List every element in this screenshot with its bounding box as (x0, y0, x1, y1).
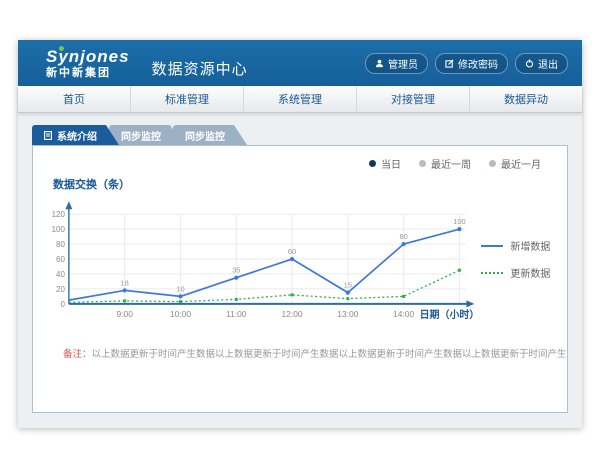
svg-text:13:00: 13:00 (337, 309, 358, 319)
edit-icon (445, 59, 454, 68)
change-password-label: 修改密码 (458, 56, 498, 71)
line-chart: 0 20 40 60 80 100 120 9:00 10:00 11:00 12:00 13:00 1… (37, 194, 481, 340)
nav-item-home[interactable]: 首页 (18, 86, 130, 112)
svg-text:11:00: 11:00 (226, 309, 247, 319)
filter-last-week[interactable]: 最近一周 (419, 156, 471, 171)
content-area: 系统介绍 同步监控 同步监控 当日 最近一周 (18, 113, 582, 413)
tab-sync-monitor-2[interactable]: 同步监控 (173, 125, 247, 145)
logo: Synjones 新中新集团 (46, 48, 130, 79)
svg-text:60: 60 (56, 255, 65, 264)
power-icon (525, 59, 534, 68)
tab-system-intro-label: 系统介绍 (57, 128, 97, 143)
nav-item-interface-mgmt[interactable]: 对接管理 (356, 86, 469, 112)
document-icon (44, 131, 52, 140)
solid-line-swatch-icon (481, 245, 503, 247)
svg-text:日期（小时）: 日期（小时） (420, 308, 480, 321)
y-axis-title: 数据交换（条） (53, 176, 567, 192)
legend-new-data-label: 新增数据 (510, 238, 550, 253)
svg-text:12:00: 12:00 (281, 309, 302, 319)
svg-text:10: 10 (176, 284, 184, 293)
admin-button[interactable]: 管理员 (365, 53, 428, 74)
svg-text:100: 100 (52, 225, 66, 234)
nav-item-standard-mgmt[interactable]: 标准管理 (130, 86, 243, 112)
logo-text-en: Synjones (46, 48, 130, 65)
svg-text:14:00: 14:00 (393, 309, 414, 319)
filter-today-label: 当日 (381, 156, 401, 171)
footnote-prefix: 备注： (63, 349, 92, 360)
nav-item-system-mgmt[interactable]: 系统管理 (243, 86, 356, 112)
tab-sync-monitor-1-label: 同步监控 (121, 128, 161, 143)
admin-label: 管理员 (388, 56, 418, 71)
svg-text:18: 18 (121, 278, 129, 287)
svg-text:40: 40 (56, 270, 65, 279)
svg-text:9:00: 9:00 (116, 309, 133, 319)
change-password-button[interactable]: 修改密码 (435, 53, 508, 74)
user-icon (375, 59, 384, 68)
svg-text:35: 35 (232, 266, 240, 275)
svg-text:20: 20 (56, 285, 65, 294)
filter-today[interactable]: 当日 (369, 156, 401, 171)
radio-icon (419, 160, 426, 167)
svg-text:120: 120 (52, 210, 66, 219)
logout-label: 退出 (538, 56, 558, 71)
tabs-row: 系统介绍 同步监控 同步监控 (32, 125, 568, 145)
legend-new-data[interactable]: 新增数据 (481, 238, 567, 253)
svg-text:80: 80 (399, 232, 407, 241)
user-actions: 管理员 修改密码 退出 (365, 53, 568, 74)
nav-item-data-change[interactable]: 数据异动 (469, 86, 582, 112)
filter-last-week-label: 最近一周 (431, 156, 471, 171)
chart-row: 0 20 40 60 80 100 120 9:00 10:00 11:00 12:00 13:00 1… (33, 194, 567, 340)
svg-text:0: 0 (60, 300, 65, 309)
dotted-line-swatch-icon (481, 272, 503, 274)
chart-panel: 当日 最近一周 最近一月 数据交换（条） 0 20 40 60 80 100 120 9:00… (32, 145, 568, 413)
logo-leaf-icon (59, 46, 64, 51)
page-background: Synjones 新中新集团 数据资源中心 管理员 修改密码 (0, 0, 600, 450)
header: Synjones 新中新集团 数据资源中心 管理员 修改密码 (18, 40, 582, 86)
legend-updated-data[interactable]: 更新数据 (481, 265, 567, 280)
svg-text:80: 80 (56, 240, 65, 249)
tab-system-intro[interactable]: 系统介绍 (32, 125, 119, 145)
chart-legend: 新增数据 更新数据 (481, 194, 567, 340)
logo-text-cn: 新中新集团 (46, 68, 130, 79)
tab-sync-monitor-2-label: 同步监控 (185, 128, 225, 143)
logout-button[interactable]: 退出 (515, 53, 568, 74)
app-title: 数据资源中心 (152, 58, 248, 79)
main-nav: 首页 标准管理 系统管理 对接管理 数据异动 (18, 86, 582, 113)
radio-selected-icon (369, 160, 376, 167)
svg-text:60: 60 (288, 247, 296, 256)
footnote: 备注：以上数据更新于时间产生数据以上数据更新于时间产生数据以上数据更新于时间产生… (63, 346, 567, 360)
filter-last-month-label: 最近一月 (501, 156, 541, 171)
filter-last-month[interactable]: 最近一月 (489, 156, 541, 171)
svg-text:15: 15 (344, 281, 352, 290)
app-window: Synjones 新中新集团 数据资源中心 管理员 修改密码 (18, 40, 582, 428)
radio-icon (489, 160, 496, 167)
time-filter-group: 当日 最近一周 最近一月 (369, 156, 541, 171)
legend-updated-data-label: 更新数据 (510, 265, 550, 280)
tab-sync-monitor-1[interactable]: 同步监控 (109, 125, 183, 145)
svg-text:100: 100 (453, 217, 465, 226)
footnote-text: 以上数据更新于时间产生数据以上数据更新于时间产生数据以上数据更新于时间产生数据以… (92, 349, 567, 360)
svg-text:10:00: 10:00 (170, 309, 191, 319)
